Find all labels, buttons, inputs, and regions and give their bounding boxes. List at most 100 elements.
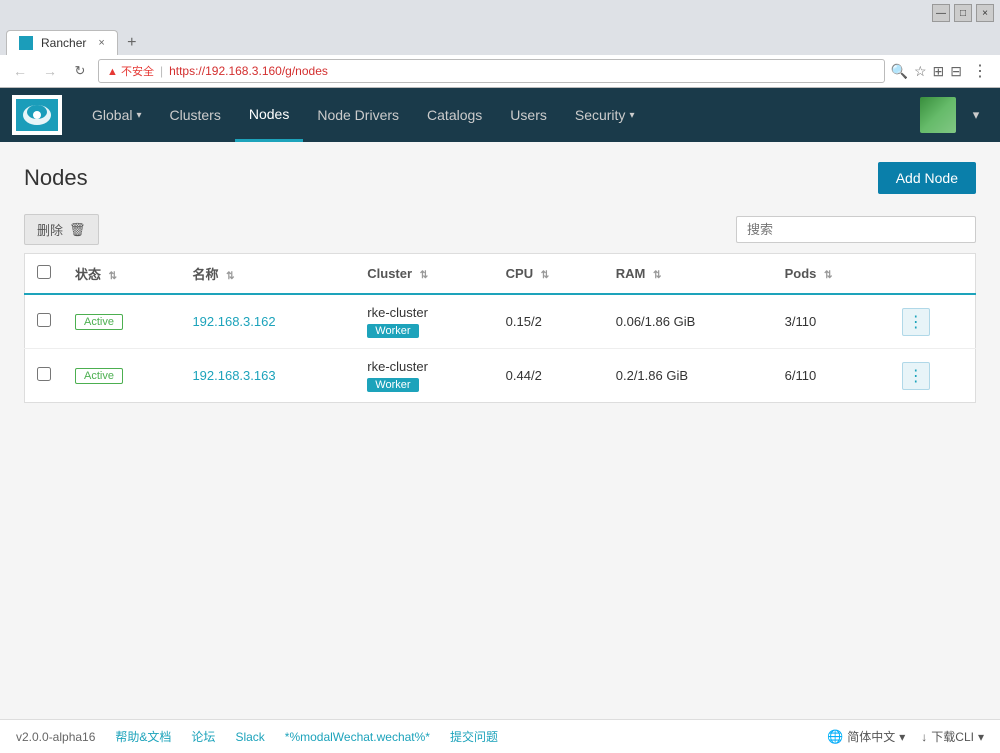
address-bar: ← → ↻ ▲ 不安全 | https://192.168.3.160/g/no…	[0, 55, 1000, 88]
delete-button[interactable]: 删除 🗑	[24, 214, 99, 245]
col-ram[interactable]: RAM ⇅	[604, 254, 773, 295]
delete-icon: 🗑	[69, 222, 86, 238]
col-actions	[890, 254, 976, 295]
row-name-1: 192.168.3.163	[180, 349, 355, 403]
nav-users[interactable]: Users	[496, 88, 561, 142]
cli-label: 下载CLI	[931, 728, 974, 745]
pods-sort-icon: ⇅	[824, 270, 832, 281]
version-label: v2.0.0-alpha16	[16, 730, 95, 744]
slack-link[interactable]: Slack	[235, 730, 264, 744]
status-badge-0: Active	[75, 314, 123, 330]
table-toolbar: 删除 🗑	[24, 214, 976, 245]
nav-catalogs-label: Catalogs	[427, 107, 482, 123]
row-checkbox-1[interactable]	[37, 367, 51, 381]
nav-catalogs[interactable]: Catalogs	[413, 88, 496, 142]
tab-close-btn[interactable]: ×	[98, 37, 104, 49]
row-cluster-1: rke-cluster Worker	[355, 349, 493, 403]
browser-tab[interactable]: Rancher ×	[6, 30, 118, 55]
tab-favicon	[19, 36, 33, 50]
row-pods-0: 3/110	[773, 294, 890, 349]
search-icon[interactable]: 🔍	[891, 63, 908, 80]
nav-global[interactable]: Global ▾	[78, 88, 156, 142]
maximize-btn[interactable]: □	[954, 4, 972, 22]
row-checkbox-cell-1	[25, 349, 64, 403]
nav-nodes-label: Nodes	[249, 106, 289, 122]
col-status[interactable]: 状态 ⇅	[63, 254, 180, 295]
user-menu-dropdown[interactable]: ▾	[964, 97, 988, 133]
language-selector[interactable]: 🌐 简体中文 ▾	[827, 728, 905, 745]
nav-clusters[interactable]: Clusters	[156, 88, 235, 142]
row-status-1: Active	[63, 349, 180, 403]
page-header: Nodes Add Node	[24, 162, 976, 194]
row-action-btn-1[interactable]: ⋮	[902, 362, 930, 390]
ext2-icon[interactable]: ⊟	[950, 63, 962, 80]
nav-security-label: Security	[575, 107, 626, 123]
tab-bar: Rancher × +	[0, 26, 1000, 55]
row-checkbox-0[interactable]	[37, 313, 51, 327]
lang-label: 简体中文	[847, 728, 895, 745]
feedback-link[interactable]: 提交问题	[450, 728, 498, 745]
security-warning: ▲ 不安全	[107, 63, 154, 79]
help-docs-link[interactable]: 帮助&文档	[115, 728, 171, 745]
top-nav: Global ▾ Clusters Nodes Node Drivers Cat…	[0, 88, 1000, 142]
wechat-link[interactable]: *%modalWechat.wechat%*	[285, 730, 430, 744]
col-cluster-label: Cluster	[367, 266, 412, 281]
browser-chrome: — □ × Rancher × + ← → ↻ ▲ 不安全 | https://…	[0, 0, 1000, 88]
close-btn[interactable]: ×	[976, 4, 994, 22]
row-action-btn-0[interactable]: ⋮	[902, 308, 930, 336]
ext1-icon[interactable]: ⊞	[933, 63, 945, 80]
cluster-cell-1: rke-cluster Worker	[367, 359, 481, 392]
col-pods[interactable]: Pods ⇅	[773, 254, 890, 295]
row-status-0: Active	[63, 294, 180, 349]
col-cluster[interactable]: Cluster ⇅	[355, 254, 493, 295]
download-cli[interactable]: ↓ 下载CLI ▾	[921, 728, 984, 745]
back-btn[interactable]: ←	[8, 59, 32, 83]
table-header-row: 状态 ⇅ 名称 ⇅ Cluster ⇅ CPU ⇅	[25, 254, 976, 295]
forward-btn[interactable]: →	[38, 59, 62, 83]
cluster-name-0: rke-cluster	[367, 305, 481, 320]
col-name[interactable]: 名称 ⇅	[180, 254, 355, 295]
url-text: https://192.168.3.160/g/nodes	[169, 64, 328, 78]
nav-nodes[interactable]: Nodes	[235, 88, 303, 142]
url-field[interactable]: ▲ 不安全 | https://192.168.3.160/g/nodes	[98, 59, 885, 83]
new-tab-btn[interactable]: +	[120, 31, 144, 55]
bookmark-icon[interactable]: ☆	[914, 63, 927, 80]
nav-global-label: Global	[92, 107, 132, 123]
nav-security[interactable]: Security ▾	[561, 88, 649, 142]
minimize-btn[interactable]: —	[932, 4, 950, 22]
cluster-sort-icon: ⇅	[420, 270, 428, 281]
node-link-0[interactable]: 192.168.3.162	[192, 314, 275, 329]
page-title: Nodes	[24, 165, 88, 191]
user-avatar[interactable]	[920, 97, 956, 133]
row-checkbox-cell-0	[25, 294, 64, 349]
col-cpu[interactable]: CPU ⇅	[494, 254, 604, 295]
table-body: Active 192.168.3.162 rke-cluster Worker …	[25, 294, 976, 403]
refresh-btn[interactable]: ↻	[68, 59, 92, 83]
forum-link[interactable]: 论坛	[191, 728, 215, 745]
node-link-1[interactable]: 192.168.3.163	[192, 368, 275, 383]
browser-menu-btn[interactable]: ⋮	[968, 59, 992, 83]
nav-node-drivers[interactable]: Node Drivers	[303, 88, 413, 142]
main-content: Nodes Add Node 删除 🗑 状态 ⇅	[0, 142, 1000, 719]
avatar-image	[920, 97, 956, 133]
nav-clusters-label: Clusters	[170, 107, 221, 123]
table-row: Active 192.168.3.162 rke-cluster Worker …	[25, 294, 976, 349]
globe-icon: 🌐	[827, 729, 843, 745]
nodes-table: 状态 ⇅ 名称 ⇅ Cluster ⇅ CPU ⇅	[24, 253, 976, 403]
lang-arrow: ▾	[899, 730, 905, 744]
add-node-button[interactable]: Add Node	[878, 162, 976, 194]
search-input[interactable]	[736, 216, 976, 243]
header-checkbox-cell	[25, 254, 64, 295]
row-cluster-0: rke-cluster Worker	[355, 294, 493, 349]
select-all-checkbox[interactable]	[37, 265, 51, 279]
ram-sort-icon: ⇅	[653, 270, 661, 281]
table-row: Active 192.168.3.163 rke-cluster Worker …	[25, 349, 976, 403]
cluster-name-1: rke-cluster	[367, 359, 481, 374]
delete-label: 删除	[37, 220, 63, 239]
title-bar: — □ ×	[0, 0, 1000, 26]
row-cpu-0: 0.15/2	[494, 294, 604, 349]
security-dropdown-arrow: ▾	[629, 110, 634, 121]
cluster-cell-0: rke-cluster Worker	[367, 305, 481, 338]
worker-badge-0: Worker	[367, 324, 418, 338]
col-cpu-label: CPU	[506, 266, 533, 281]
